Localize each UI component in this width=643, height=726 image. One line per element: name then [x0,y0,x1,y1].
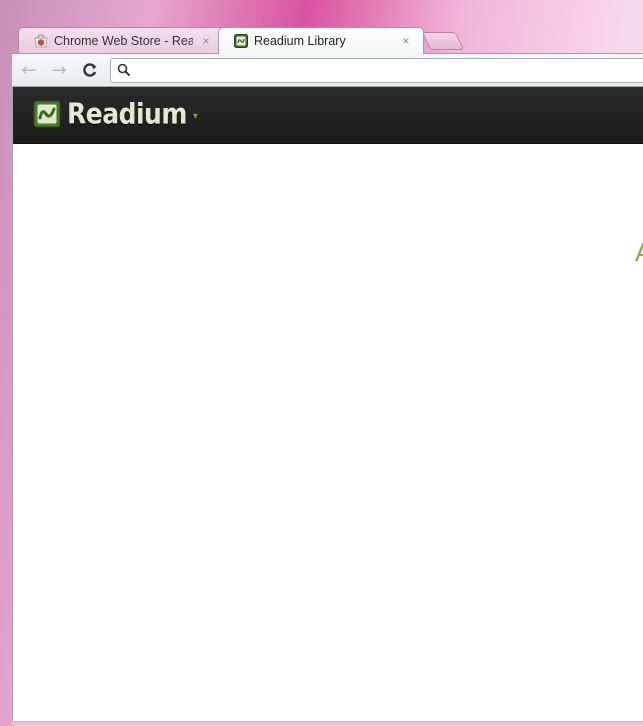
app-navbar: Readium ▾ [13,87,643,144]
brand-name: Readium [67,96,187,131]
new-tab-button[interactable] [421,32,465,50]
chevron-down-icon: ▾ [192,111,198,122]
address-input[interactable] [137,60,641,82]
page-content: Readium ▾ A [12,87,643,721]
readium-logo-icon [33,100,61,128]
tab-strip: Chrome Web Store - Readium × Readium Lib… [0,0,643,54]
close-tab-icon[interactable]: × [399,34,413,48]
tab-title: Chrome Web Store - Readium [54,34,193,48]
tab-chrome-web-store[interactable]: Chrome Web Store - Readium × [18,27,224,54]
browser-toolbar: ← → [12,53,643,87]
partial-heading-text: A [635,237,643,268]
close-tab-icon[interactable]: × [199,34,213,48]
reload-icon[interactable] [79,59,101,81]
browser-window: Chrome Web Store - Readium × Readium Lib… [0,0,643,726]
tab-title: Readium Library [254,34,346,48]
window-bottom-border [12,721,643,726]
chrome-web-store-icon [33,34,48,49]
readium-favicon-icon [233,34,248,49]
brand-menu[interactable]: Readium ▾ [33,96,198,131]
search-icon [117,63,131,77]
address-bar[interactable] [110,58,643,83]
back-arrow-icon[interactable]: ← [18,59,40,81]
forward-arrow-icon[interactable]: → [48,59,70,81]
tab-readium-library[interactable]: Readium Library × [218,27,424,54]
